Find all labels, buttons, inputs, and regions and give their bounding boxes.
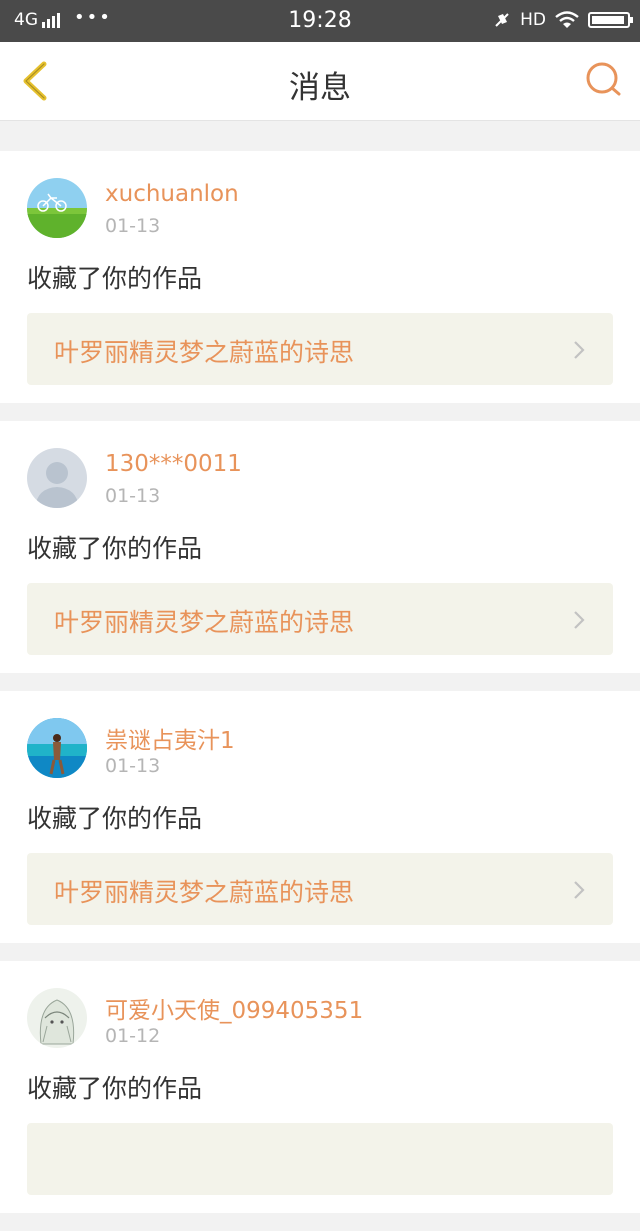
work-link[interactable]: 叶罗丽精灵梦之蔚蓝的诗思 (27, 313, 613, 385)
nav-header: 消息 (0, 42, 640, 121)
work-title: 叶罗丽精灵梦之蔚蓝的诗思 (54, 878, 355, 907)
search-icon[interactable] (584, 60, 624, 100)
vibrate-off-icon (495, 13, 509, 27)
user-name[interactable]: 可爱小天使_099405351 (105, 991, 363, 1025)
chevron-right-icon (574, 611, 585, 629)
status-right: HD (492, 10, 633, 30)
avatar[interactable] (27, 718, 87, 778)
anime-girl-photo (27, 988, 87, 1048)
user-name[interactable]: 祟谜占夷汁1 (105, 721, 235, 755)
message-list: xuchuanlon 01-13 收藏了你的作品 叶罗丽精灵梦之蔚蓝的诗思 13… (0, 151, 640, 1231)
user-name[interactable]: 130***0011 (105, 451, 242, 477)
work-title: 叶罗丽精灵梦之蔚蓝的诗思 (54, 338, 355, 367)
avatar[interactable] (27, 988, 87, 1048)
default-user-icon (27, 448, 87, 508)
work-link[interactable]: 叶罗丽精灵梦之蔚蓝的诗思 (27, 853, 613, 925)
message-action: 收藏了你的作品 (27, 264, 203, 293)
message-card: 祟谜占夷汁1 01-13 收藏了你的作品 叶罗丽精灵梦之蔚蓝的诗思 (0, 691, 640, 943)
chevron-right-icon (574, 881, 585, 899)
wifi-icon (555, 11, 579, 28)
battery-icon (588, 12, 633, 28)
message-date: 01-13 (105, 485, 161, 507)
message-date: 01-12 (105, 1025, 161, 1047)
avatar[interactable] (27, 178, 87, 238)
chevron-right-icon (574, 341, 585, 359)
status-bar: 4G ••• 19:28 HD (0, 0, 640, 42)
message-action: 收藏了你的作品 (27, 804, 203, 833)
page-title: 消息 (289, 70, 351, 106)
beach-photo (27, 718, 87, 778)
hd-indicator: HD (520, 10, 546, 30)
bicycle-grass-photo (27, 178, 87, 238)
message-card: xuchuanlon 01-13 收藏了你的作品 叶罗丽精灵梦之蔚蓝的诗思 (0, 151, 640, 403)
work-link[interactable]: 叶罗丽精灵梦之蔚蓝的诗思 (27, 583, 613, 655)
message-card: 130***0011 01-13 收藏了你的作品 叶罗丽精灵梦之蔚蓝的诗思 (0, 421, 640, 673)
message-action: 收藏了你的作品 (27, 534, 203, 563)
work-title: 叶罗丽精灵梦之蔚蓝的诗思 (54, 608, 355, 637)
user-name[interactable]: xuchuanlon (105, 181, 239, 207)
message-date: 01-13 (105, 215, 161, 237)
message-card: 可爱小天使_099405351 01-12 收藏了你的作品 (0, 961, 640, 1213)
work-link[interactable] (27, 1123, 613, 1195)
message-date: 01-13 (105, 755, 161, 777)
message-action: 收藏了你的作品 (27, 1074, 203, 1103)
avatar[interactable] (27, 448, 87, 508)
